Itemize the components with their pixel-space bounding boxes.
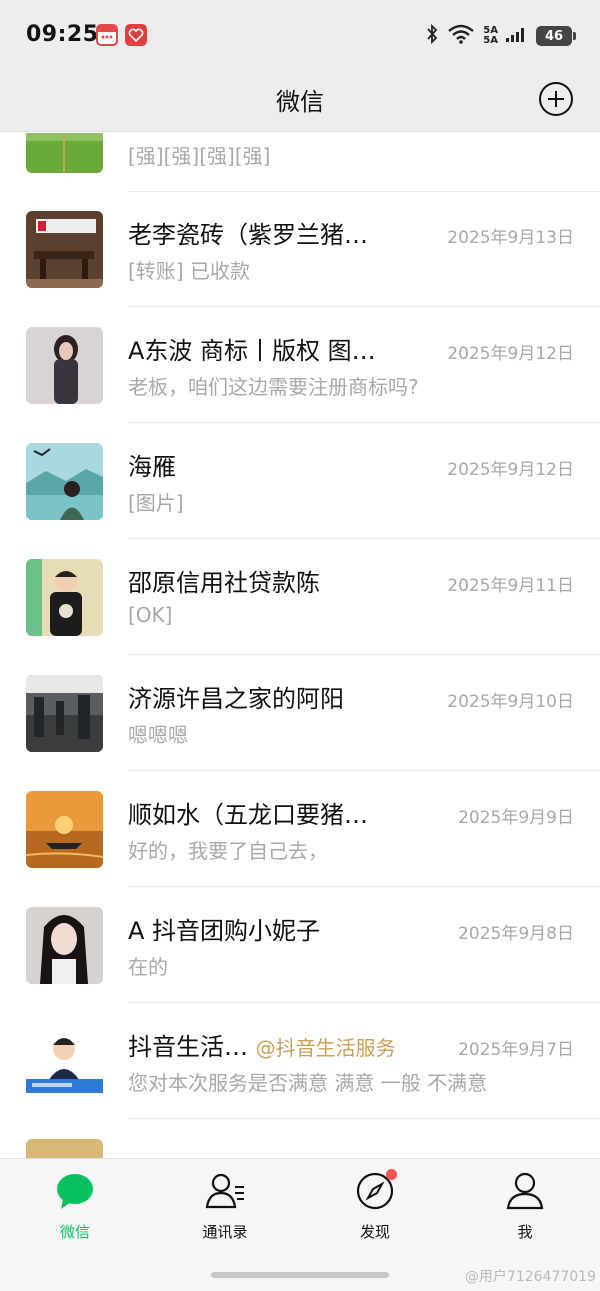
chat-item[interactable]: A 抖音团购小妮子 2025年9月8日 在的: [0, 887, 600, 1003]
chat-preview: [图片]: [128, 491, 184, 515]
person-icon: [505, 1171, 545, 1211]
chat-item[interactable]: 海雁 2025年9月12日 [图片]: [0, 423, 600, 539]
notification-dot: [386, 1169, 397, 1180]
tab-contacts[interactable]: 通讯录: [170, 1169, 280, 1249]
chat-item[interactable]: A东波 商标丨版权 图… 2025年9月12日 老板，咱们这边需要注册商标吗?: [0, 307, 600, 423]
chat-name: 老李瓷砖（紫罗兰猪…: [128, 221, 368, 249]
chat-item[interactable]: 邵原信用社贷款陈 2025年9月11日 [OK]: [0, 539, 600, 655]
signal-icon: [506, 24, 528, 48]
chat-time: 2025年9月11日: [447, 576, 574, 596]
avatar: [26, 443, 103, 520]
bluetooth-icon: [425, 23, 439, 48]
chat-name: A 抖音团购小妮子: [128, 917, 321, 945]
avatar: [26, 675, 103, 752]
home-indicator[interactable]: [211, 1272, 389, 1278]
chat-name: 顺如水（五龙口要猪…: [128, 801, 368, 829]
avatar: [26, 133, 103, 173]
chat-preview: [转账] 已收款: [128, 259, 250, 283]
chat-time: 2025年9月8日: [458, 924, 574, 944]
chat-time: 2025年9月12日: [447, 460, 574, 480]
tab-label: 微信: [59, 1223, 90, 1241]
chat-preview: 您对本次服务是否满意 满意 一般 不满意: [128, 1071, 488, 1095]
chat-preview: [OK]: [128, 603, 173, 627]
calendar-icon: [96, 24, 118, 46]
chat-name: 邵原信用社贷款陈: [128, 569, 320, 597]
chat-name: 济源许昌之家的阿阳: [128, 685, 344, 713]
heart-app-icon: [125, 24, 147, 46]
tab-label: 通讯录: [202, 1223, 248, 1241]
chat-preview: 好的，我要了自己去，: [128, 839, 328, 863]
wifi-icon: [447, 24, 475, 48]
status-time: 09:25: [26, 22, 99, 47]
avatar: [26, 1023, 103, 1100]
status-bar: 09:25 5A 5A 46: [0, 0, 600, 70]
chat-time: 2025年9月13日: [447, 228, 574, 248]
chat-item[interactable]: 老李瓷砖（紫罗兰猪… 2025年9月13日 [转账] 已收款: [0, 191, 600, 307]
official-account-tag: @抖音生活服务: [255, 1036, 396, 1060]
status-icons: 5A 5A 46: [425, 23, 576, 48]
chat-preview: 在的: [128, 955, 168, 979]
chat-time: 2025年9月9日: [458, 808, 574, 828]
contacts-icon: [205, 1171, 245, 1211]
chat-item[interactable]: 顺如水（五龙口要猪… 2025年9月9日 好的，我要了自己去，: [0, 771, 600, 887]
chat-preview: 老板，咱们这边需要注册商标吗?: [128, 375, 419, 399]
chat-time: 2025年9月10日: [447, 692, 574, 712]
tab-me[interactable]: 我: [470, 1169, 580, 1249]
avatar: [26, 559, 103, 636]
chat-item[interactable]: 济源许昌之家的阿阳 2025年9月10日 嗯嗯嗯: [0, 655, 600, 771]
page-title: 微信: [276, 88, 324, 116]
avatar: [26, 1139, 103, 1158]
plus-circle-icon[interactable]: [539, 82, 573, 116]
avatar: [26, 211, 103, 288]
tab-label: 我: [517, 1223, 533, 1241]
avatar: [26, 791, 103, 868]
chat-item[interactable]: [0, 1119, 600, 1158]
chat-list: [强][强][强][强] 老李瓷砖（紫罗兰猪… 2025年9月13日 [转账] …: [0, 133, 600, 1158]
chat-name: 抖音生活… @抖音生活服务: [128, 1033, 396, 1061]
chat-time: 2025年9月7日: [458, 1040, 574, 1060]
chat-time: 2025年9月12日: [447, 344, 574, 364]
chat-preview: 嗯嗯嗯: [128, 723, 188, 747]
tab-discover[interactable]: 发现: [320, 1169, 430, 1249]
chat-item[interactable]: [强][强][强][强]: [0, 133, 600, 192]
avatar: [26, 327, 103, 404]
battery-icon: 46: [536, 26, 576, 46]
chat-name: A东波 商标丨版权 图…: [128, 337, 376, 365]
chat-name: 海雁: [128, 453, 176, 481]
chat-preview: [强][强][强][强]: [128, 144, 271, 168]
watermark: @用户7126477019: [464, 1269, 596, 1285]
title-bar: 微信: [0, 70, 600, 132]
network-type: 5A 5A: [483, 25, 498, 46]
tab-label: 发现: [359, 1223, 390, 1241]
avatar: [26, 907, 103, 984]
tab-chats[interactable]: 微信: [20, 1169, 130, 1249]
chat-bubble-icon: [55, 1171, 95, 1211]
chat-item[interactable]: 抖音生活… @抖音生活服务 2025年9月7日 您对本次服务是否满意 满意 一般…: [0, 1003, 600, 1119]
